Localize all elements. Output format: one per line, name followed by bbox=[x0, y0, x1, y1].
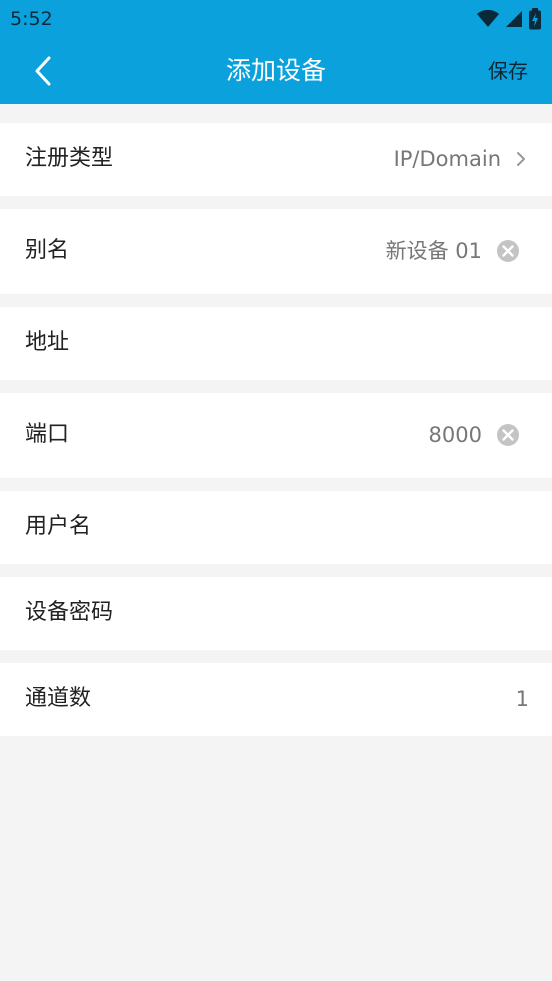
alias-row[interactable]: 别名 新设备 01 bbox=[0, 209, 552, 294]
battery-icon bbox=[529, 8, 541, 30]
status-bar: 5:52 bbox=[0, 0, 552, 38]
wifi-icon bbox=[477, 9, 499, 27]
register-type-value: IP/Domain bbox=[393, 147, 501, 171]
chevron-right-icon bbox=[517, 152, 525, 166]
clear-icon[interactable] bbox=[496, 239, 520, 263]
clear-icon[interactable] bbox=[496, 423, 520, 447]
channels-value[interactable]: 1 bbox=[516, 685, 529, 713]
channels-label: 通道数 bbox=[25, 686, 92, 711]
username-label: 用户名 bbox=[25, 514, 92, 539]
port-row[interactable]: 端口 8000 bbox=[0, 393, 552, 478]
address-label: 地址 bbox=[25, 330, 70, 355]
channels-row[interactable]: 通道数 1 bbox=[0, 663, 552, 736]
register-type-row[interactable]: 注册类型 IP/Domain bbox=[0, 123, 552, 196]
username-row[interactable]: 用户名 bbox=[0, 491, 552, 564]
port-input[interactable]: 8000 bbox=[429, 421, 482, 449]
app-bar: 添加设备 保存 bbox=[0, 38, 552, 104]
alias-label: 别名 bbox=[25, 238, 70, 263]
save-button[interactable]: 保存 bbox=[488, 58, 528, 84]
password-row[interactable]: 设备密码 bbox=[0, 577, 552, 650]
password-label: 设备密码 bbox=[25, 600, 114, 625]
status-time: 5:52 bbox=[10, 8, 53, 30]
alias-input[interactable]: 新设备 01 bbox=[386, 237, 482, 265]
signal-icon bbox=[506, 11, 522, 27]
port-label: 端口 bbox=[25, 422, 70, 447]
address-row[interactable]: 地址 bbox=[0, 307, 552, 380]
page-title: 添加设备 bbox=[225, 56, 326, 85]
register-type-label: 注册类型 bbox=[25, 146, 114, 171]
status-icons bbox=[476, 8, 542, 30]
